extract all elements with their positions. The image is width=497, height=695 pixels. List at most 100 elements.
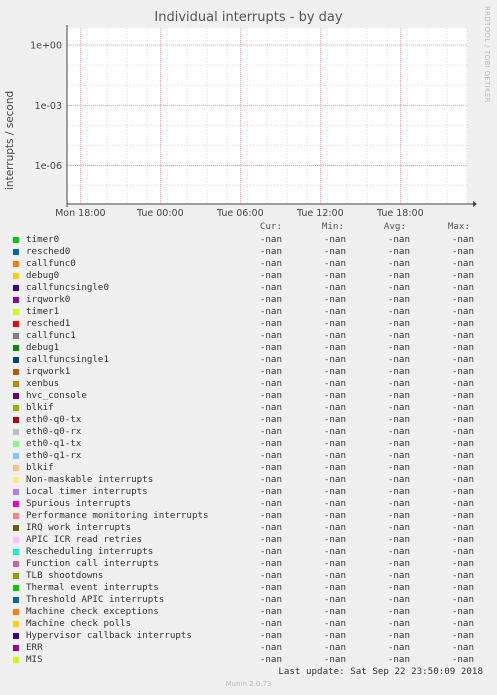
legend-value-avg: -nan <box>387 594 410 605</box>
legend-value-min: -nan <box>323 234 346 245</box>
legend-value-min: -nan <box>323 474 346 485</box>
legend-value-avg: -nan <box>387 318 410 329</box>
legend-swatch <box>13 369 19 375</box>
legend-series-name: blkif <box>26 462 54 473</box>
legend-series-name: debug0 <box>26 270 60 281</box>
legend-swatch <box>13 393 19 399</box>
legend-value-cur: -nan <box>259 594 282 605</box>
legend-value-max: -nan <box>451 294 474 305</box>
legend-swatch <box>13 345 19 351</box>
legend-value-cur: -nan <box>259 618 282 629</box>
legend-value-min: -nan <box>323 414 346 425</box>
legend-row: debug1 -nan -nan -nan -nan <box>0 342 497 354</box>
legend-value-max: -nan <box>451 474 474 485</box>
legend-swatch <box>13 525 19 531</box>
legend-value-cur: -nan <box>259 450 282 461</box>
legend-value-min: -nan <box>323 594 346 605</box>
legend-swatch <box>13 477 19 483</box>
legend-value-max: -nan <box>451 522 474 533</box>
legend-value-max: -nan <box>451 402 474 413</box>
y-tick-label: 1e-06 <box>35 161 62 172</box>
legend-value-min: -nan <box>323 270 346 281</box>
munin-version: Munin 2.0.73 <box>225 680 272 688</box>
legend-value-cur: -nan <box>259 558 282 569</box>
legend-series-name: eth0-q0-rx <box>26 426 82 437</box>
legend-value-cur: -nan <box>259 282 282 293</box>
legend-swatch <box>13 573 19 579</box>
legend-row: Local timer interrupts -nan -nan -nan -nan <box>0 486 497 498</box>
y-tick-label: 1e-03 <box>35 101 62 112</box>
legend-swatch <box>13 657 19 663</box>
legend-swatch <box>13 273 19 279</box>
legend-series-name: TLB shootdowns <box>26 570 104 581</box>
legend-value-min: -nan <box>323 630 346 641</box>
legend-row: eth0-q0-rx -nan -nan -nan -nan <box>0 426 497 438</box>
legend-series-name: Local timer interrupts <box>26 486 148 497</box>
legend-row: callfuncsingle1 -nan -nan -nan -nan <box>0 354 497 366</box>
legend-value-min: -nan <box>323 342 346 353</box>
legend-row: Rescheduling interrupts -nan -nan -nan -nan <box>0 546 497 558</box>
legend-value-cur: -nan <box>259 534 282 545</box>
legend-value-max: -nan <box>451 498 474 509</box>
legend-value-cur: -nan <box>259 294 282 305</box>
col-header-avg: Avg: <box>383 221 406 232</box>
legend-series-name: xenbus <box>26 378 60 389</box>
legend-value-cur: -nan <box>259 486 282 497</box>
legend-value-min: -nan <box>323 282 346 293</box>
legend-value-avg: -nan <box>387 630 410 641</box>
legend-value-avg: -nan <box>387 582 410 593</box>
legend-value-avg: -nan <box>387 234 410 245</box>
legend-value-max: -nan <box>451 642 474 653</box>
legend-series-name: Thermal event interrupts <box>26 582 159 593</box>
legend-value-avg: -nan <box>387 534 410 545</box>
legend-value-min: -nan <box>323 390 346 401</box>
legend-value-avg: -nan <box>387 390 410 401</box>
legend-value-min: -nan <box>323 606 346 617</box>
legend-value-cur: -nan <box>259 330 282 341</box>
legend-series-name: Non-maskable interrupts <box>26 474 154 485</box>
legend-row: Thermal event interrupts -nan -nan -nan -nan <box>0 582 497 594</box>
legend-row: callfuncsingle0 -nan -nan -nan -nan <box>0 282 497 294</box>
legend-series-name: Performance monitoring interrupts <box>26 510 209 521</box>
legend-swatch <box>13 501 19 507</box>
legend-row: Machine check exceptions -nan -nan -nan -nan <box>0 606 497 618</box>
legend-value-cur: -nan <box>259 582 282 593</box>
last-update: Last update: Sat Sep 22 23:50:09 2018 <box>278 666 483 677</box>
legend-series-name: callfuncsingle0 <box>26 282 109 293</box>
legend-value-min: -nan <box>323 498 346 509</box>
legend-value-max: -nan <box>451 582 474 593</box>
legend-swatch <box>13 333 19 339</box>
legend-value-avg: -nan <box>387 474 410 485</box>
legend-value-max: -nan <box>451 354 474 365</box>
legend-value-avg: -nan <box>387 378 410 389</box>
legend-value-avg: -nan <box>387 498 410 509</box>
legend-swatch <box>13 297 19 303</box>
legend-row: Spurious interrupts -nan -nan -nan -nan <box>0 498 497 510</box>
legend-row: debug0 -nan -nan -nan -nan <box>0 270 497 282</box>
legend-value-min: -nan <box>323 510 346 521</box>
legend-swatch <box>13 465 19 471</box>
legend-swatch <box>13 513 19 519</box>
x-tick-label: Tue 06:00 <box>216 208 264 219</box>
x-tick-label: Tue 18:00 <box>376 208 424 219</box>
legend-value-avg: -nan <box>387 366 410 377</box>
legend-value-min: -nan <box>323 306 346 317</box>
legend-value-max: -nan <box>451 342 474 353</box>
legend-series-name: ERR <box>26 642 43 653</box>
legend-value-max: -nan <box>451 618 474 629</box>
legend-value-max: -nan <box>451 534 474 545</box>
legend-value-max: -nan <box>451 558 474 569</box>
legend-value-avg: -nan <box>387 654 410 665</box>
legend-value-max: -nan <box>451 330 474 341</box>
legend-row: eth0-q1-rx -nan -nan -nan -nan <box>0 450 497 462</box>
legend-series-name: Spurious interrupts <box>26 498 132 509</box>
legend-swatch <box>13 417 19 423</box>
legend-series-name: Threshold APIC interrupts <box>26 594 165 605</box>
legend-value-max: -nan <box>451 438 474 449</box>
legend-series-name: IRQ work interrupts <box>26 522 132 533</box>
legend-row: resched1 -nan -nan -nan -nan <box>0 318 497 330</box>
legend-swatch <box>13 609 19 615</box>
legend-value-avg: -nan <box>387 306 410 317</box>
legend-value-min: -nan <box>323 246 346 257</box>
legend-value-avg: -nan <box>387 354 410 365</box>
